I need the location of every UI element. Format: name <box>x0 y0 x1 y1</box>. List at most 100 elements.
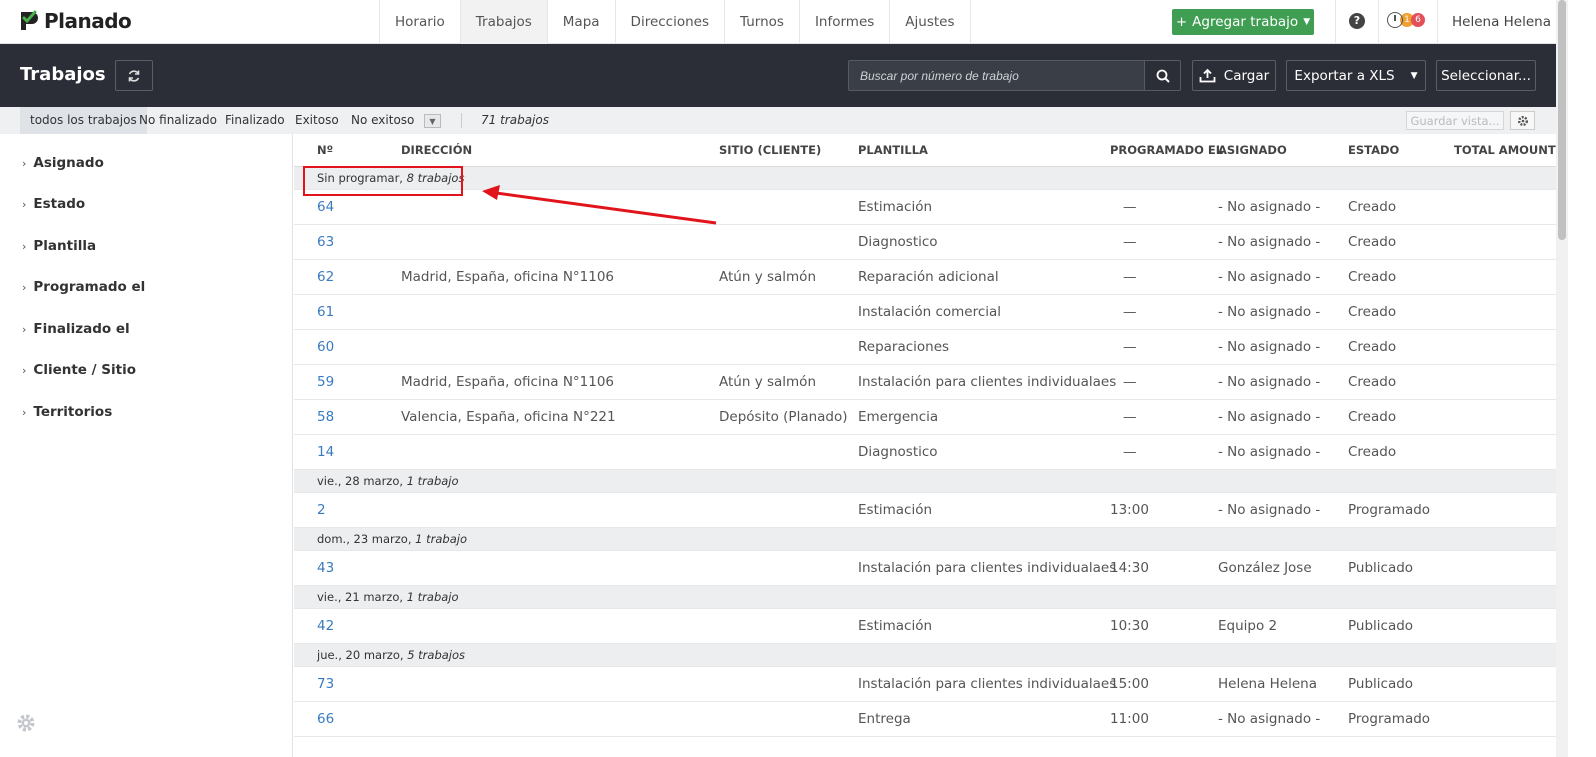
help-icon[interactable]: ? <box>1349 13 1365 29</box>
chevron-right-icon: › <box>22 280 27 294</box>
cell-assigned: - No asignado - <box>1218 339 1321 355</box>
table-settings-button[interactable] <box>1510 111 1535 130</box>
table-row[interactable]: 59 Madrid, España, oficina N°1106 Atún y s… <box>294 365 1556 400</box>
table-row[interactable]: 43 Instalación para clientes individualae… <box>294 551 1556 586</box>
cell-template: Instalación para clientes individualaes <box>858 374 1117 390</box>
chevron-right-icon: › <box>22 363 27 377</box>
cell-assigned: - No asignado - <box>1218 199 1321 215</box>
job-number-link[interactable]: 62 <box>317 260 334 295</box>
table-row[interactable]: 61 Instalación comercial — - No asignado - C… <box>294 295 1556 330</box>
nav-horario[interactable]: Horario <box>379 0 460 44</box>
job-number-link[interactable]: 73 <box>317 667 334 702</box>
group-date: dom., 23 marzo, <box>317 532 412 546</box>
filter-tab-unsuccessful[interactable]: No exitoso <box>341 107 424 134</box>
job-number-link[interactable]: 14 <box>317 435 334 470</box>
sidebar-filter-template[interactable]: › Plantilla <box>22 238 96 254</box>
refresh-button[interactable] <box>115 60 153 91</box>
filter-tab-unfinished[interactable]: No finalizado <box>129 107 227 134</box>
nav-direcciones[interactable]: Direcciones <box>614 0 724 44</box>
job-number-link[interactable]: 60 <box>317 330 334 365</box>
scrollbar-thumb[interactable] <box>1558 0 1566 240</box>
sidebar-filter-finished[interactable]: › Finalizado el <box>22 321 130 337</box>
search-button[interactable] <box>1144 60 1181 91</box>
search-input[interactable] <box>848 60 1145 91</box>
page-title: Trabajos <box>20 64 106 85</box>
divider <box>461 113 462 128</box>
table-row[interactable]: 73 Instalación para clientes individualae… <box>294 667 1556 702</box>
nav-mapa[interactable]: Mapa <box>546 0 615 44</box>
sidebar-settings-button[interactable] <box>16 713 36 737</box>
job-number-link[interactable]: 43 <box>317 551 334 586</box>
chevron-right-icon: › <box>22 197 27 211</box>
group-label: jue., 20 marzo, 5 trabajos <box>317 644 465 667</box>
cell-scheduled: — <box>1123 234 1137 250</box>
sidebar-filter-client-site[interactable]: › Cliente / Sitio <box>22 362 136 378</box>
user-menu[interactable]: Helena Helena <box>1452 14 1551 30</box>
table-row[interactable]: 2 Estimación 13:00 - No asignado - Programad… <box>294 493 1556 528</box>
nav-ajustes[interactable]: Ajustes <box>889 0 971 44</box>
export-label: Exportar a XLS <box>1294 67 1395 84</box>
job-number-link[interactable]: 66 <box>317 702 334 737</box>
job-number-link[interactable]: 59 <box>317 365 334 400</box>
nav-informes[interactable]: Informes <box>798 0 889 44</box>
save-view-button[interactable]: Guardar vista... <box>1406 111 1504 130</box>
cell-assigned: - No asignado - <box>1218 409 1321 425</box>
annotation-arrow-icon <box>482 185 717 225</box>
more-filters-dropdown[interactable]: ▼ <box>424 114 441 128</box>
logo[interactable]: Planado <box>18 9 132 33</box>
cell-template: Reparación adicional <box>858 269 999 285</box>
job-number-link[interactable]: 58 <box>317 400 334 435</box>
export-xls-button[interactable]: Exportar a XLS ▼ <box>1286 60 1426 91</box>
cell-assigned: - No asignado - <box>1218 502 1321 518</box>
column-header-address[interactable]: DIRECCIÓN <box>401 134 472 167</box>
filter-tab-all[interactable]: todos los trabajos <box>20 107 147 134</box>
cell-template: Estimación <box>858 618 933 634</box>
divider <box>1378 0 1379 44</box>
cell-address: Valencia, España, oficina N°221 <box>401 409 616 425</box>
table-row[interactable]: 62 Madrid, España, oficina N°1106 Atún y s… <box>294 260 1556 295</box>
sidebar-filter-assigned[interactable]: › Asignado <box>22 155 104 171</box>
column-header-total[interactable]: TOTAL AMOUNT <box>1454 134 1556 167</box>
column-header-assigned[interactable]: ASIGNADO <box>1218 134 1287 167</box>
job-number-link[interactable]: 61 <box>317 295 334 330</box>
table-row[interactable]: 58 Valencia, España, oficina N°221 Depósit… <box>294 400 1556 435</box>
jobs-table: Nº DIRECCIÓN SITIO (CLIENTE) PLANTILLA P… <box>294 134 1556 757</box>
table-row[interactable]: 60 Reparaciones — - No asignado - Creado <box>294 330 1556 365</box>
sidebar-filter-status[interactable]: › Estado <box>22 196 85 212</box>
sidebar-filter-scheduled[interactable]: › Programado el <box>22 279 145 295</box>
nav-turnos[interactable]: Turnos <box>724 0 799 44</box>
cell-status: Creado <box>1348 234 1397 250</box>
add-job-button[interactable]: + Agregar trabajo ▼ <box>1172 9 1314 35</box>
cell-assigned: - No asignado - <box>1218 374 1321 390</box>
cell-template: Estimación <box>858 502 933 518</box>
filter-tab-finished[interactable]: Finalizado <box>215 107 295 134</box>
group-label: vie., 21 marzo, 1 trabajo <box>317 586 459 609</box>
job-number-link[interactable]: 42 <box>317 609 334 644</box>
table-row[interactable]: 63 Diagnostico — - No asignado - Creado <box>294 225 1556 260</box>
job-number-link[interactable]: 63 <box>317 225 334 260</box>
cell-status: Creado <box>1348 444 1397 460</box>
filter-tab-successful[interactable]: Exitoso <box>285 107 349 134</box>
sidebar-filter-territories[interactable]: › Territorios <box>22 404 112 420</box>
column-header-number[interactable]: Nº <box>317 134 333 167</box>
cell-status: Creado <box>1348 199 1397 215</box>
nav-trabajos[interactable]: Trabajos <box>459 0 547 44</box>
group-date: vie., 28 marzo, <box>317 474 404 488</box>
column-header-status[interactable]: ESTADO <box>1348 134 1399 167</box>
upload-button[interactable]: Cargar <box>1192 60 1276 91</box>
cell-scheduled: — <box>1123 374 1137 390</box>
table-row[interactable]: 14 Diagnostico — - No asignado - Creado <box>294 435 1556 470</box>
cell-assigned: Equipo 2 <box>1218 618 1278 634</box>
group-label: dom., 23 marzo, 1 trabajo <box>317 528 467 551</box>
table-row[interactable]: 66 Entrega 11:00 - No asignado - Programado <box>294 702 1556 737</box>
cell-scheduled: 14:30 <box>1110 560 1149 576</box>
select-button[interactable]: Seleccionar... <box>1436 60 1536 91</box>
table-row[interactable]: 42 Estimación 10:30 Equipo 2 Publicado <box>294 609 1556 644</box>
column-header-scheduled[interactable]: PROGRAMADO EL <box>1110 134 1223 167</box>
column-header-site[interactable]: SITIO (CLIENTE) <box>719 134 821 167</box>
column-header-template[interactable]: PLANTILLA <box>858 134 928 167</box>
job-number-link[interactable]: 2 <box>317 493 326 528</box>
page-scrollbar[interactable] <box>1556 0 1568 757</box>
notifications[interactable]: 1 6 <box>1387 12 1425 28</box>
cell-status: Publicado <box>1348 618 1414 634</box>
